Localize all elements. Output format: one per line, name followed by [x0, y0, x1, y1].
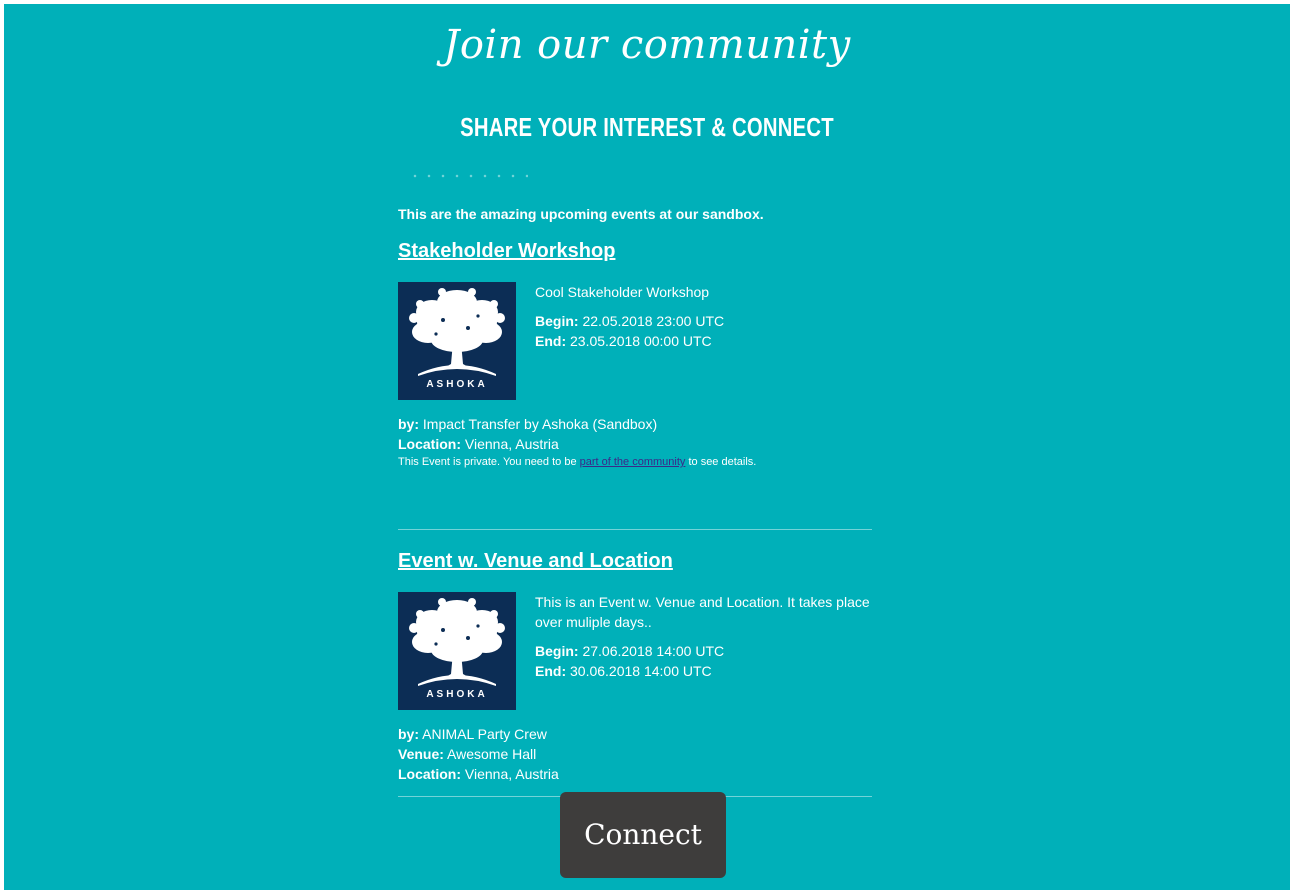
community-panel: Join our community SHARE YOUR INTEREST &… — [4, 4, 1290, 890]
event-organizer: by: ANIMAL Party Crew — [398, 724, 872, 744]
location-label: Location: — [398, 436, 461, 452]
private-prefix: This Event is private. You need to be — [398, 456, 580, 468]
location-label: Location: — [398, 766, 461, 782]
by-label: by: — [398, 416, 419, 432]
begin-value: 27.06.2018 14:00 UTC — [578, 643, 725, 659]
end-value: 30.06.2018 14:00 UTC — [566, 663, 712, 679]
by-value: ANIMAL Party Crew — [419, 726, 547, 742]
logo-text: ASHOKA — [426, 379, 488, 390]
venue-label: Venue: — [398, 746, 444, 762]
event-title-link[interactable]: Event w. Venue and Location — [398, 548, 872, 574]
event-title-link[interactable]: Stakeholder Workshop — [398, 238, 872, 264]
event-meta: by: ANIMAL Party Crew Venue: Awesome Hal… — [398, 724, 872, 784]
by-label: by: — [398, 726, 419, 742]
events-list: This are the amazing upcoming events at … — [398, 204, 872, 797]
page-title: Join our community — [443, 22, 851, 68]
event-info: Cool Stakeholder Workshop Begin: 22.05.2… — [535, 282, 724, 400]
event-info: This is an Event w. Venue and Location. … — [535, 592, 872, 710]
event-item: Stakeholder Workshop ASHOKA Cool Stakeho… — [398, 238, 872, 530]
event-description: This is an Event w. Venue and Location. … — [535, 594, 870, 630]
event-meta: by: Impact Transfer by Ashoka (Sandbox) … — [398, 414, 872, 470]
page-subtitle: SHARE YOUR INTEREST & CONNECT — [460, 112, 834, 142]
logo-text: ASHOKA — [426, 689, 488, 700]
event-end: End: 30.06.2018 14:00 UTC — [535, 661, 872, 681]
event-location: Location: Vienna, Austria — [398, 764, 872, 784]
ashoka-logo: ASHOKA — [398, 592, 516, 710]
connect-button[interactable]: Connect — [560, 792, 726, 878]
location-value: Vienna, Austria — [461, 436, 559, 452]
event-location: Location: Vienna, Austria — [398, 434, 872, 454]
end-label: End: — [535, 663, 567, 679]
events-intro: This are the amazing upcoming events at … — [398, 206, 764, 222]
end-value: 23.05.2018 00:00 UTC — [566, 333, 712, 349]
location-value: Vienna, Austria — [461, 766, 559, 782]
by-value: Impact Transfer by Ashoka (Sandbox) — [419, 416, 658, 432]
event-venue: Venue: Awesome Hall — [398, 744, 872, 764]
event-body: ASHOKA This is an Event w. Venue and Loc… — [398, 592, 872, 710]
event-begin: Begin: 27.06.2018 14:00 UTC — [535, 641, 872, 661]
event-body: ASHOKA Cool Stakeholder Workshop Begin: … — [398, 282, 872, 400]
begin-label: Begin: — [535, 313, 579, 329]
event-description: Cool Stakeholder Workshop — [535, 284, 710, 300]
private-suffix: to see details. — [685, 456, 757, 468]
event-begin: Begin: 22.05.2018 23:00 UTC — [535, 311, 724, 331]
venue-value: Awesome Hall — [443, 746, 537, 762]
ashoka-logo: ASHOKA — [398, 282, 516, 400]
end-label: End: — [535, 333, 567, 349]
private-notice: This Event is private. You need to be pa… — [398, 454, 872, 470]
decorative-dots — [408, 173, 528, 179]
community-link[interactable]: part of the community — [580, 456, 686, 468]
begin-value: 22.05.2018 23:00 UTC — [578, 313, 725, 329]
event-item: Event w. Venue and Location ASHOKA This … — [398, 548, 872, 797]
event-organizer: by: Impact Transfer by Ashoka (Sandbox) — [398, 414, 872, 434]
event-end: End: 23.05.2018 00:00 UTC — [535, 331, 724, 351]
begin-label: Begin: — [535, 643, 579, 659]
